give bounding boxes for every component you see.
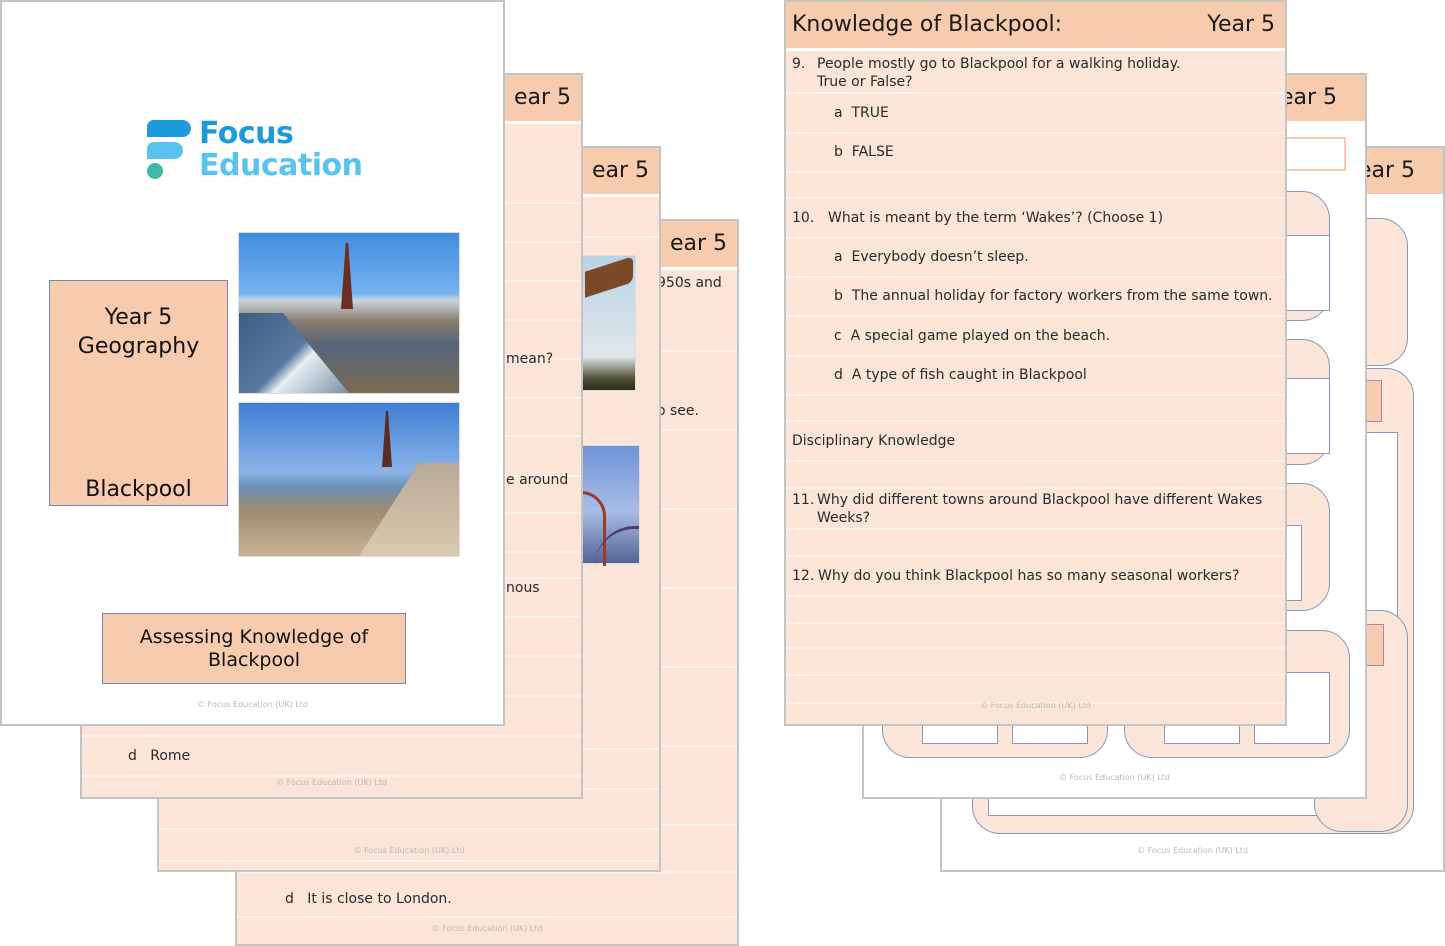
copyright: © Focus Education (UK) Ltd	[1137, 846, 1248, 855]
focus-education-logo: Focus Education	[147, 116, 367, 184]
copyright: © Focus Education (UK) Ltd	[1059, 773, 1170, 782]
copyright: © Focus Education (UK) Ltd	[353, 846, 465, 855]
option-text: A type of fish caught in Blackpool	[851, 367, 1087, 383]
section-heading: Disciplinary Knowledge	[792, 433, 956, 449]
header-year: ear 5	[591, 158, 649, 183]
answer-option[interactable]: b The annual holiday for factory workers…	[834, 288, 1273, 304]
header-year: ear 5	[1279, 85, 1337, 110]
option-letter: a	[834, 249, 843, 265]
question-number: 9.	[792, 56, 806, 72]
option-letter: c	[834, 328, 842, 344]
option-d: d It is close to London.	[285, 891, 452, 907]
option-d: d Rome	[128, 748, 190, 764]
subject-box: Year 5 Geography Blackpool	[49, 280, 228, 506]
option-letter: a	[834, 105, 843, 121]
page-header: Knowledge of Blackpool: Year 5	[786, 2, 1285, 51]
logo-mark-icon	[147, 120, 193, 182]
question-fragment: 950s and	[657, 275, 722, 291]
question-number: 12.	[792, 568, 815, 584]
header-year: ear 5	[513, 85, 571, 110]
option-text: FALSE	[851, 144, 894, 160]
logo-text-focus: Focus	[199, 116, 294, 151]
question-fragment: mean?	[506, 351, 554, 367]
question-text: True or False?	[817, 74, 913, 90]
question-text: What is meant by the term ‘Wakes’? (Choo…	[828, 210, 1164, 226]
blackpool-tower-photo	[238, 232, 460, 394]
answer-option[interactable]: a Everybody doesn’t sleep.	[834, 249, 1029, 265]
subject-year: Year 5	[104, 305, 173, 330]
topic-name: Blackpool	[85, 477, 192, 502]
answer-option[interactable]: d A type of fish caught in Blackpool	[834, 367, 1087, 383]
option-text: Everybody doesn’t sleep.	[851, 249, 1029, 265]
copyright: © Focus Education (UK) Ltd	[431, 924, 543, 933]
option-letter: d	[128, 748, 137, 764]
blackpool-beach-photo	[238, 402, 460, 557]
copyright: © Focus Education (UK) Ltd	[197, 700, 308, 709]
copyright: © Focus Education (UK) Ltd	[980, 701, 1091, 710]
question-text: Why do you think Blackpool has so many s…	[818, 568, 1240, 584]
answer-option[interactable]: b FALSE	[834, 144, 894, 160]
subject-name: Geography	[77, 334, 200, 359]
question-text: Why did different towns around Blackpool…	[817, 492, 1263, 508]
option-text: A special game played on the beach.	[850, 328, 1111, 344]
question-text: Weeks?	[817, 510, 871, 526]
cover-page: Focus Education Year 5 Geography Blackpo…	[0, 0, 505, 726]
question-fragment: e around	[506, 472, 569, 488]
option-text: It is close to London.	[307, 891, 452, 907]
header-year: ear 5	[669, 231, 727, 256]
question-fragment: nous	[506, 580, 540, 596]
rollercoaster-photo	[580, 445, 640, 566]
answer-option[interactable]: c A special game played on the beach.	[834, 328, 1110, 344]
tower-icon	[341, 243, 353, 309]
quiz-page: Knowledge of Blackpool: Year 5 9. People…	[784, 0, 1287, 726]
assessment-title: Assessing Knowledge of Blackpool	[139, 625, 369, 671]
option-text: The annual holiday for factory workers f…	[851, 288, 1273, 304]
assessment-title-box: Assessing Knowledge of Blackpool	[102, 613, 406, 684]
question-number: 10.	[792, 210, 815, 226]
angel-of-the-north-photo	[580, 255, 636, 391]
copyright: © Focus Education (UK) Ltd	[276, 778, 387, 787]
option-letter: d	[834, 367, 843, 383]
option-text: TRUE	[851, 105, 889, 121]
option-letter: b	[834, 288, 843, 304]
tower-icon	[382, 411, 392, 467]
option-letter: b	[834, 144, 843, 160]
question-text: People mostly go to Blackpool for a walk…	[817, 56, 1181, 72]
option-letter: d	[285, 891, 294, 907]
header-year: Year 5	[1207, 12, 1275, 37]
answer-option[interactable]: a TRUE	[834, 105, 889, 121]
option-text: Rome	[150, 748, 191, 764]
question-fragment: o see.	[657, 403, 699, 419]
question-number: 11.	[792, 492, 815, 508]
page-title: Knowledge of Blackpool:	[792, 12, 1063, 37]
logo-text-education: Education	[199, 148, 363, 183]
